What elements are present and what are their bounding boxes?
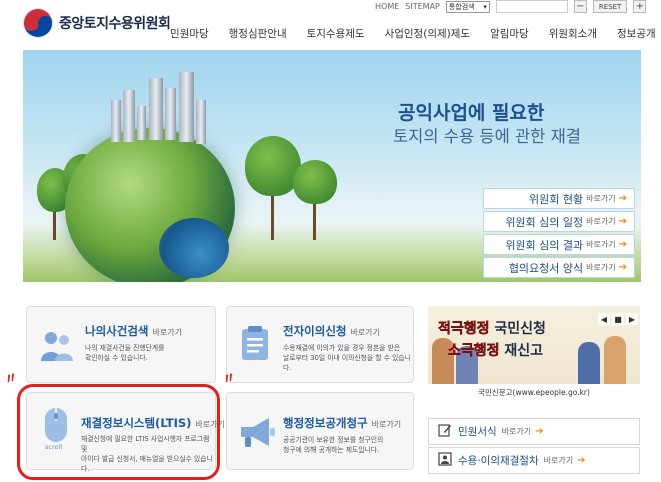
promo-text: 적극행정 <box>438 321 490 338</box>
arrow-right-icon: ➔ <box>618 193 627 204</box>
quick-link-review-schedule[interactable]: 위원회 심의 일정 바로가기 ➔ <box>483 211 635 232</box>
prev-slide-button[interactable]: ◀ <box>598 313 610 325</box>
quick-link-consultation-form[interactable]: 협의요청서 양식 바로가기 ➔ <box>483 257 635 278</box>
building-illustration <box>179 72 194 142</box>
next-slide-button[interactable]: ▶ <box>626 313 638 325</box>
people-icon <box>39 329 77 363</box>
building-illustration <box>137 106 146 140</box>
service-e-objection[interactable]: 전자이의신청 바로가기 수용재결에 이의가 있을 경우 정본을 받은 날로부터 3… <box>226 306 414 383</box>
banner-title: 공익사업에 필요한 <box>398 102 545 124</box>
government-emblem-icon <box>23 8 53 38</box>
pause-slide-button[interactable]: ■ <box>612 313 624 325</box>
promo-text: 국민신청 <box>494 321 546 337</box>
nav-item-disclosure[interactable]: 정보공개 <box>617 26 656 41</box>
go-label: 바로가기 <box>350 328 380 337</box>
go-label: 바로가기 <box>543 456 574 465</box>
tree-illustration <box>293 160 337 204</box>
link-label: 민원서식 <box>458 426 497 438</box>
promo-text: 소극행정 <box>448 343 500 360</box>
document-list-icon <box>241 325 269 361</box>
promo-text: 재신고 <box>504 343 544 359</box>
nav-item-expropriation[interactable]: 토지수용제도 <box>307 26 365 41</box>
search-input[interactable] <box>495 0 568 13</box>
font-larger-button[interactable]: + <box>633 0 647 13</box>
globe-illustration <box>65 128 235 282</box>
nav-item-about[interactable]: 위원회소개 <box>549 26 597 41</box>
service-my-case-search[interactable]: 나의사건검색 바로가기 나의 재결사건을 진행단계를 확인하실 수 있습니다. <box>26 306 216 383</box>
building-illustration <box>123 90 135 142</box>
utility-bar: HOME SITEMAP 통합검색 ▾ − RESET + <box>375 0 647 13</box>
arrow-right-icon: ➔ <box>577 455 586 466</box>
service-info-disclosure[interactable]: 행정정보공개청구 바로가기 공공기관이 보유한 정보를 청구인의 청구에 의해 공… <box>226 392 414 470</box>
nav-item-minwon[interactable]: 민원마당 <box>170 26 209 41</box>
nav-item-notice[interactable]: 알림마당 <box>490 26 529 41</box>
building-illustration <box>165 88 176 140</box>
edit-form-icon <box>438 422 452 441</box>
service-description: 수용재결에 이의가 있을 경우 정본을 받은 날로부터 30일 이내 이의신청을… <box>283 344 411 372</box>
font-reset-button[interactable]: RESET <box>592 0 628 13</box>
arrow-right-icon: ➔ <box>618 262 627 273</box>
sitemap-link[interactable]: SITEMAP <box>405 2 440 11</box>
service-title: 나의사건검색 <box>85 324 149 338</box>
chevron-down-icon: ▾ <box>483 2 487 11</box>
nav-item-project-approval[interactable]: 사업인정(의제)제도 <box>385 26 470 41</box>
nav-item-appeal[interactable]: 행정심판안내 <box>229 26 287 41</box>
go-label: 바로가기 <box>152 328 182 337</box>
arrow-right-icon: ➔ <box>618 239 627 250</box>
building-illustration <box>149 78 163 140</box>
banner-subtitle: 토지의 수용 등에 관한 재결 <box>393 127 581 146</box>
service-title: 행정정보공개청구 <box>283 416 368 430</box>
quick-link-committee-status[interactable]: 위원회 현황 바로가기 ➔ <box>483 188 635 209</box>
service-description: 나의 재결사건을 진행단계를 확인하실 수 있습니다. <box>85 344 165 362</box>
promo-caption[interactable]: 국민신문고(www.epeople.go.kr) <box>428 387 640 398</box>
main-navigation: 민원마당 행정심판안내 토지수용제도 사업인정(의제)제도 알림마당 위원회소개… <box>170 26 656 41</box>
annotation-highlight-box <box>17 384 220 480</box>
annotation-mark-icon: 〃 <box>2 369 21 389</box>
promo-banner-epeople[interactable]: 적극행정 국민신청 소극행정 재신고 ◀ ■ ▶ <box>428 306 640 384</box>
service-title: 전자이의신청 <box>283 324 347 338</box>
link-civil-forms[interactable]: 민원서식 바로가기 ➔ <box>428 418 640 445</box>
go-label: 바로가기 <box>371 420 402 429</box>
quick-link-review-result[interactable]: 위원회 심의 결과 바로가기 ➔ <box>483 234 635 255</box>
building-illustration <box>196 100 206 144</box>
link-objection-procedure[interactable]: 수용·이의재결절차 바로가기 ➔ <box>428 447 640 474</box>
arrow-right-icon: ➔ <box>618 216 627 227</box>
arrow-right-icon: ➔ <box>535 426 544 437</box>
logo-text: 중앙토지수용위원회 <box>59 16 171 32</box>
home-link[interactable]: HOME <box>375 2 399 11</box>
search-scope-value: 통합검색 <box>448 2 475 11</box>
site-logo[interactable]: 중앙토지수용위원회 <box>23 8 171 38</box>
go-label: 바로가기 <box>501 427 532 436</box>
building-illustration <box>111 100 121 142</box>
service-description: 공공기관이 보유한 정보를 청구인의 청구에 의해 공개하는 제도입니다. <box>283 436 384 454</box>
megaphone-icon <box>237 415 277 449</box>
font-smaller-button[interactable]: − <box>573 0 587 13</box>
procedure-person-icon <box>438 451 452 470</box>
main-banner: 공익사업에 필요한 토지의 수용 등에 관한 재결 위원회 현황 바로가기 ➔ … <box>23 50 641 282</box>
search-scope-select[interactable]: 통합검색 ▾ <box>445 0 490 13</box>
link-label: 수용·이의재결절차 <box>458 455 539 467</box>
